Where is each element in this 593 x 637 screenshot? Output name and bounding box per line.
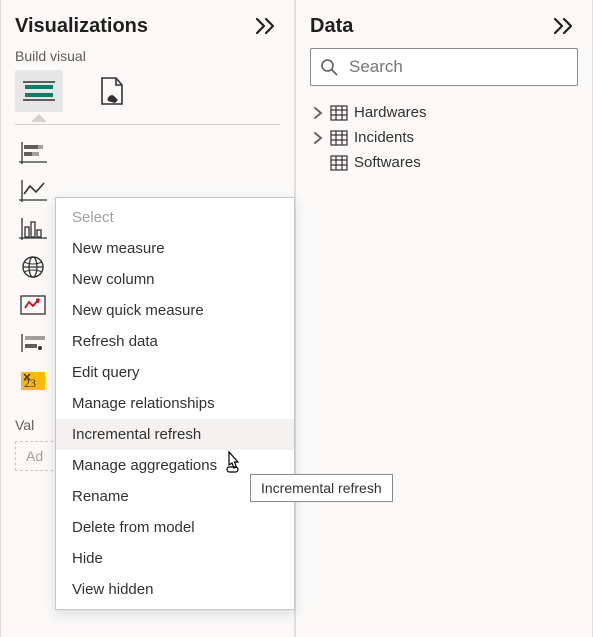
line-chart-icon <box>19 180 47 202</box>
tree-item-label: Hardwares <box>354 104 427 121</box>
ctx-new-measure[interactable]: New measure <box>56 233 294 264</box>
build-visual-icon <box>22 79 56 103</box>
search-field[interactable] <box>310 48 578 86</box>
ctx-new-column[interactable]: New column <box>56 264 294 295</box>
globe-icon <box>20 254 46 280</box>
vt-waterfall[interactable]: 23 <box>15 365 51 397</box>
stacked-bar-icon <box>19 142 47 164</box>
tooltip: Incremental refresh <box>250 474 393 502</box>
build-visual-button[interactable] <box>15 70 63 112</box>
tree-item-label: Softwares <box>354 154 421 171</box>
ctx-new-quick-measure[interactable]: New quick measure <box>56 295 294 326</box>
ctx-hide[interactable]: Hide <box>56 543 294 574</box>
ctx-incremental-refresh[interactable]: Incremental refresh <box>56 419 294 450</box>
matrix-icon <box>19 332 47 354</box>
table-icon <box>330 105 348 121</box>
chevrons-right-icon <box>553 17 575 35</box>
vt-stacked-bar[interactable] <box>15 137 51 169</box>
collapse-viz-button[interactable] <box>252 12 280 40</box>
py-visual-icon: 23 <box>19 370 47 392</box>
vt-line[interactable] <box>15 175 51 207</box>
tree-item-softwares[interactable]: Softwares <box>310 150 578 175</box>
build-visual-subtitle: Build visual <box>15 48 280 64</box>
ctx-delete-from-model[interactable]: Delete from model <box>56 512 294 543</box>
ctx-select[interactable]: Select <box>56 202 294 233</box>
vt-map[interactable] <box>15 251 51 283</box>
data-pane: Data Hardwares Incidents Softwares <box>295 0 593 637</box>
table-icon <box>330 130 348 146</box>
vt-column[interactable] <box>15 213 51 245</box>
tree-item-label: Incidents <box>354 129 414 146</box>
vt-funnel[interactable] <box>15 327 51 359</box>
table-icon-partial <box>330 155 348 171</box>
chevrons-right-icon <box>255 17 277 35</box>
vt-gauge[interactable] <box>15 289 51 321</box>
chevron-right-icon <box>312 132 324 144</box>
visualizations-title: Visualizations <box>15 15 148 38</box>
chevron-right-icon <box>312 107 324 119</box>
column-chart-icon <box>19 218 47 240</box>
ctx-view-hidden[interactable]: View hidden <box>56 574 294 605</box>
ctx-manage-relationships[interactable]: Manage relationships <box>56 388 294 419</box>
context-menu: Select New measure New column New quick … <box>55 197 295 610</box>
tree-item-hardwares[interactable]: Hardwares <box>310 100 578 125</box>
collapse-data-button[interactable] <box>550 12 578 40</box>
ctx-refresh-data[interactable]: Refresh data <box>56 326 294 357</box>
data-title: Data <box>310 15 353 38</box>
search-input[interactable] <box>310 48 578 86</box>
kpi-icon <box>19 294 47 316</box>
format-visual-button[interactable] <box>87 70 135 112</box>
tree-item-incidents[interactable]: Incidents <box>310 125 578 150</box>
visual-types-strip: 23 <box>15 137 57 397</box>
format-page-icon <box>96 75 126 107</box>
ctx-edit-query[interactable]: Edit query <box>56 357 294 388</box>
search-icon <box>320 58 338 76</box>
